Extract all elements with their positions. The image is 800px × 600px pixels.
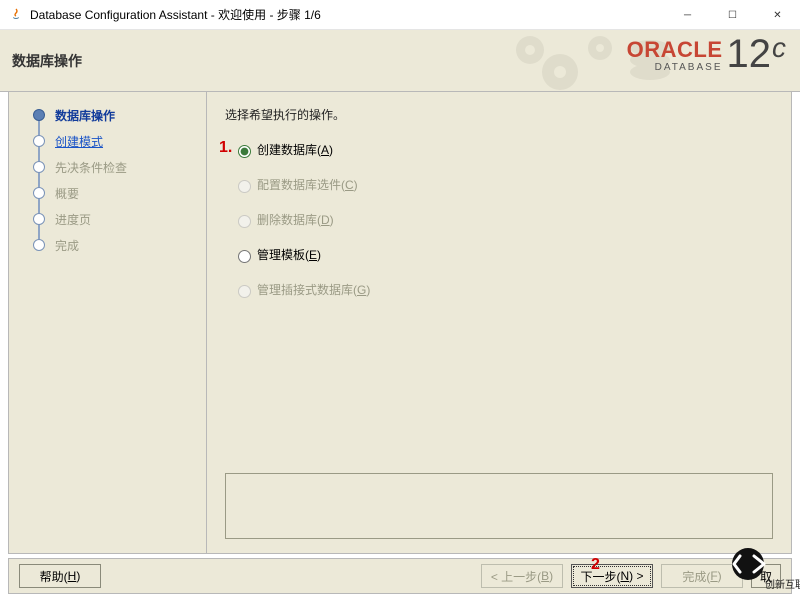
step-dot-icon: [33, 109, 45, 121]
steps-sidebar: 数据库操作 创建模式 先决条件检查 概要 进度页 完成: [9, 92, 207, 553]
step-creation-mode[interactable]: 创建模式: [9, 128, 206, 154]
option-manage-pluggable-database: 管理插接式数据库(G): [233, 281, 773, 298]
help-button[interactable]: 帮助(H): [19, 564, 101, 588]
step-dot-icon: [33, 239, 45, 251]
finish-button: 完成(F): [661, 564, 743, 588]
window-title: Database Configuration Assistant - 欢迎使用 …: [30, 6, 321, 23]
maximize-button[interactable]: ☐: [710, 0, 755, 30]
cancel-button[interactable]: 取: [751, 564, 781, 588]
option-manage-templates[interactable]: 管理模板(E): [233, 246, 773, 263]
step-dot-icon: [33, 135, 45, 147]
window-controls: ─ ☐ ✕: [665, 0, 800, 30]
step-dot-icon: [33, 161, 45, 173]
step-label: 进度页: [55, 211, 91, 228]
left-edge: [0, 30, 8, 600]
next-button[interactable]: 下一步(N) >: [571, 564, 653, 588]
wizard-footer: 帮助(H) 2 < 上一步(B) 下一步(N) > 完成(F) 取: [8, 558, 792, 594]
option-configure-database: 配置数据库选件(C): [233, 176, 773, 193]
option-delete-database: 删除数据库(D): [233, 211, 773, 228]
oracle-brand: ORACLE DATABASE 12c: [627, 36, 786, 76]
page-title: 数据库操作: [12, 51, 82, 71]
nav-button-group: 2 < 上一步(B) 下一步(N) > 完成(F) 取: [481, 564, 781, 588]
instruction-text: 选择希望执行的操作。: [225, 106, 773, 123]
radio-delete-database: [238, 215, 251, 228]
titlebar: Database Configuration Assistant - 欢迎使用 …: [0, 0, 800, 30]
step-label: 创建模式: [55, 133, 103, 150]
option-label: 创建数据库(A): [257, 141, 333, 158]
brand-database: DATABASE: [655, 63, 723, 73]
annotation-1: 1.: [219, 139, 232, 157]
step-database-operation[interactable]: 数据库操作: [9, 102, 206, 128]
step-dot-icon: [33, 187, 45, 199]
back-button: < 上一步(B): [481, 564, 563, 588]
minimize-button[interactable]: ─: [665, 0, 710, 30]
step-label: 先决条件检查: [55, 159, 127, 176]
step-label: 完成: [55, 237, 79, 254]
brand-oracle: ORACLE: [627, 39, 723, 61]
window: Database Configuration Assistant - 欢迎使用 …: [0, 0, 800, 600]
option-create-database[interactable]: 1. 创建数据库(A): [233, 141, 773, 158]
step-prerequisite-check: 先决条件检查: [9, 154, 206, 180]
option-label: 删除数据库(D): [257, 211, 334, 228]
option-label: 管理插接式数据库(G): [257, 281, 370, 298]
radio-manage-templates[interactable]: [238, 250, 251, 263]
option-label: 管理模板(E): [257, 246, 321, 263]
step-dot-icon: [33, 213, 45, 225]
step-summary: 概要: [9, 180, 206, 206]
close-button[interactable]: ✕: [755, 0, 800, 30]
radio-configure-database: [238, 180, 251, 193]
radio-manage-pluggable-database: [238, 285, 251, 298]
step-progress: 进度页: [9, 206, 206, 232]
wizard-header: 数据库操作 ORACLE DATABASE 12c: [0, 30, 800, 92]
radio-create-database[interactable]: [238, 145, 251, 158]
option-label: 配置数据库选件(C): [257, 176, 358, 193]
java-icon: [8, 7, 24, 23]
main-panel: 选择希望执行的操作。 1. 创建数据库(A) 配置数据库选件(C) 删除数据库(…: [207, 92, 791, 553]
step-label: 概要: [55, 185, 79, 202]
step-label: 数据库操作: [55, 107, 115, 124]
description-box: [225, 473, 773, 539]
wizard-body: 数据库操作 创建模式 先决条件检查 概要 进度页 完成: [8, 92, 792, 554]
brand-version: 12c: [727, 34, 787, 74]
step-finish: 完成: [9, 232, 206, 258]
